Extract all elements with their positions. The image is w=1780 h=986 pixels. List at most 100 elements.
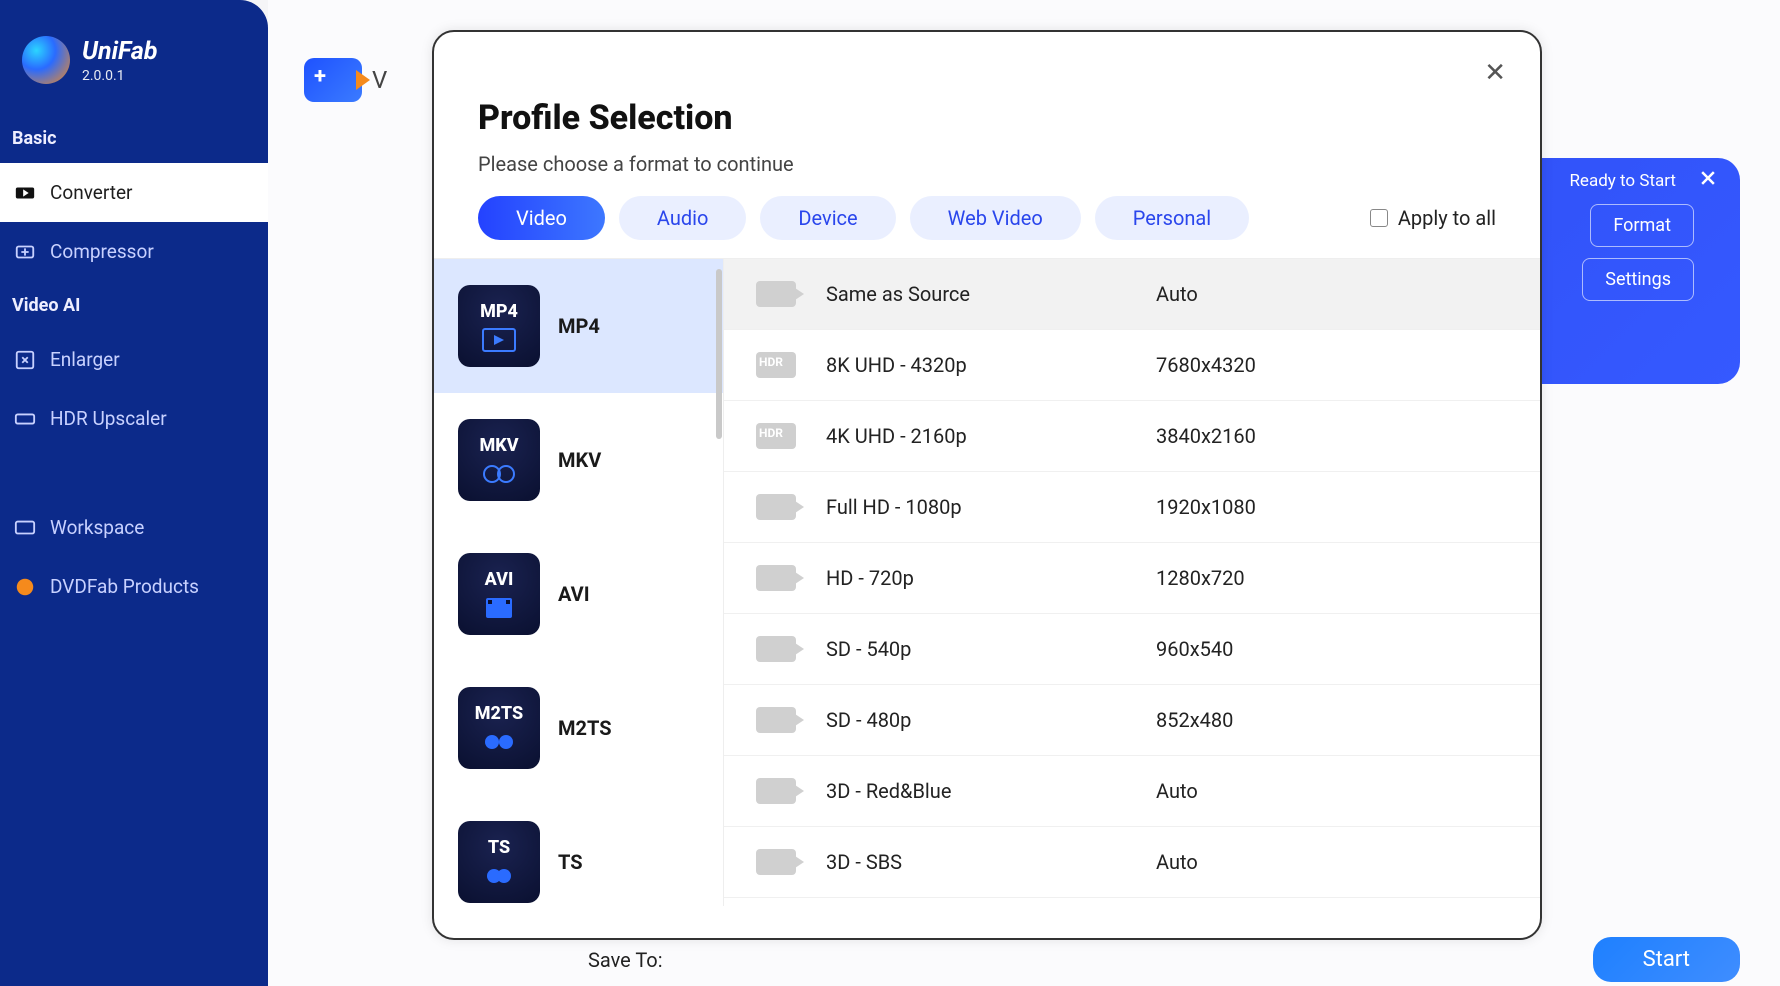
modal-body: MP4 MP4 MKV MKV AVI AVI M2TS M2TS TS TS bbox=[434, 258, 1540, 906]
resolution-dim: 1920x1080 bbox=[1156, 495, 1256, 519]
tab-audio[interactable]: Audio bbox=[619, 196, 747, 240]
resolution-name: SD - 540p bbox=[826, 637, 1126, 661]
format-button[interactable]: Format bbox=[1590, 204, 1694, 247]
format-item-mkv[interactable]: MKV MKV bbox=[434, 393, 723, 527]
format-tile-icon: M2TS bbox=[458, 687, 540, 769]
format-label: AVI bbox=[558, 582, 590, 606]
resolution-row[interactable]: 3D - Red&Blue Auto bbox=[724, 756, 1540, 827]
sidebar-item-label: Enlarger bbox=[50, 348, 120, 371]
format-label: MP4 bbox=[558, 314, 600, 338]
resolution-dim: 7680x4320 bbox=[1156, 353, 1256, 377]
start-button[interactable]: Start bbox=[1593, 937, 1740, 982]
apply-all[interactable]: Apply to all bbox=[1370, 206, 1496, 230]
profile-selection-modal: ✕ Profile Selection Please choose a form… bbox=[432, 30, 1542, 940]
format-item-mp4[interactable]: MP4 MP4 bbox=[434, 259, 723, 393]
sidebar-item-compressor[interactable]: Compressor bbox=[0, 222, 268, 281]
tab-web-video[interactable]: Web Video bbox=[910, 196, 1081, 240]
brand: UniFab 2.0.0.1 bbox=[0, 0, 268, 114]
nav-section-basic: Basic bbox=[0, 114, 268, 163]
resolution-name: 3D - SBS bbox=[826, 850, 1126, 874]
task-remove-icon[interactable] bbox=[1698, 168, 1718, 193]
modal-close-icon[interactable]: ✕ bbox=[1484, 58, 1506, 88]
sidebar-item-label: Converter bbox=[50, 181, 133, 204]
add-video-button[interactable] bbox=[304, 58, 362, 102]
app-version: 2.0.0.1 bbox=[82, 68, 158, 84]
sidebar-item-label: HDR Upscaler bbox=[50, 407, 167, 430]
bottom-bar: Save To: Start bbox=[588, 937, 1740, 982]
format-label: MKV bbox=[558, 448, 601, 472]
resolution-dim: 852x480 bbox=[1156, 708, 1233, 732]
video-icon bbox=[756, 565, 796, 591]
sidebar-item-converter[interactable]: Converter bbox=[0, 163, 268, 222]
settings-button[interactable]: Settings bbox=[1582, 258, 1694, 301]
tab-device[interactable]: Device bbox=[760, 196, 895, 240]
sidebar-item-hdr-upscaler[interactable]: HDR Upscaler bbox=[0, 389, 268, 448]
resolution-row[interactable]: 4K UHD - 2160p 3840x2160 bbox=[724, 401, 1540, 472]
resolution-dim: 960x540 bbox=[1156, 637, 1233, 661]
resolution-list: Same as Source Auto 8K UHD - 4320p 7680x… bbox=[724, 259, 1540, 906]
sidebar: UniFab 2.0.0.1 Basic Converter Compresso… bbox=[0, 0, 268, 986]
video-icon bbox=[756, 778, 796, 804]
format-tile-icon: MKV bbox=[458, 419, 540, 501]
modal-title: Profile Selection bbox=[434, 32, 1540, 146]
format-item-m2ts[interactable]: M2TS M2TS bbox=[434, 661, 723, 795]
tab-personal[interactable]: Personal bbox=[1095, 196, 1249, 240]
resolution-row[interactable]: Full HD - 1080p 1920x1080 bbox=[724, 472, 1540, 543]
apply-all-label: Apply to all bbox=[1398, 206, 1496, 230]
task-status-bar: Ready to Start bbox=[1569, 168, 1718, 193]
compressor-icon bbox=[14, 241, 36, 263]
resolution-dim: Auto bbox=[1156, 779, 1198, 803]
resolution-dim: 3840x2160 bbox=[1156, 424, 1256, 448]
video-icon bbox=[756, 849, 796, 875]
resolution-row[interactable]: 8K UHD - 4320p 7680x4320 bbox=[724, 330, 1540, 401]
save-to-label: Save To: bbox=[588, 942, 663, 978]
sidebar-item-label: Workspace bbox=[50, 516, 144, 539]
resolution-name: 4K UHD - 2160p bbox=[826, 424, 1126, 448]
converter-icon bbox=[14, 182, 36, 204]
tab-video[interactable]: Video bbox=[478, 196, 605, 240]
resolution-row[interactable]: SD - 540p 960x540 bbox=[724, 614, 1540, 685]
modal-subtitle: Please choose a format to continue bbox=[434, 146, 1540, 196]
resolution-row[interactable]: 3D - SBS Auto bbox=[724, 827, 1540, 898]
format-item-ts[interactable]: TS TS bbox=[434, 795, 723, 906]
enlarger-icon bbox=[14, 349, 36, 371]
format-list: MP4 MP4 MKV MKV AVI AVI M2TS M2TS TS TS bbox=[434, 259, 724, 906]
resolution-name: Same as Source bbox=[826, 282, 1126, 306]
nav-section-videoai: Video AI bbox=[0, 281, 268, 330]
dvdfab-icon bbox=[14, 576, 36, 598]
sidebar-item-label: DVDFab Products bbox=[50, 575, 199, 598]
hdr-badge-icon bbox=[756, 352, 796, 378]
format-tile-icon: TS bbox=[458, 821, 540, 903]
resolution-row[interactable]: Same as Source Auto bbox=[724, 259, 1540, 330]
format-tile-icon: AVI bbox=[458, 553, 540, 635]
format-label: TS bbox=[558, 850, 583, 874]
video-icon bbox=[756, 281, 796, 307]
sidebar-item-enlarger[interactable]: Enlarger bbox=[0, 330, 268, 389]
resolution-row[interactable]: SD - 480p 852x480 bbox=[724, 685, 1540, 756]
resolution-name: Full HD - 1080p bbox=[826, 495, 1126, 519]
format-tile-icon: MP4 bbox=[458, 285, 540, 367]
hdr-badge-icon bbox=[756, 423, 796, 449]
format-label: M2TS bbox=[558, 716, 612, 740]
category-tabs: Video Audio Device Web Video Personal Ap… bbox=[434, 196, 1540, 258]
resolution-name: SD - 480p bbox=[826, 708, 1126, 732]
apply-all-checkbox[interactable] bbox=[1370, 209, 1388, 227]
app-name: UniFab bbox=[82, 37, 158, 66]
sidebar-item-dvdfab[interactable]: DVDFab Products bbox=[0, 557, 268, 616]
resolution-dim: Auto bbox=[1156, 850, 1198, 874]
format-item-avi[interactable]: AVI AVI bbox=[434, 527, 723, 661]
resolution-dim: Auto bbox=[1156, 282, 1198, 306]
task-status: Ready to Start bbox=[1569, 171, 1676, 191]
video-icon bbox=[756, 494, 796, 520]
workspace-icon bbox=[14, 517, 36, 539]
app-logo-icon bbox=[22, 36, 70, 84]
resolution-row[interactable]: HD - 720p 1280x720 bbox=[724, 543, 1540, 614]
video-icon bbox=[756, 636, 796, 662]
format-scrollbar[interactable] bbox=[716, 269, 722, 439]
hdr-icon bbox=[14, 408, 36, 430]
video-icon bbox=[756, 707, 796, 733]
sidebar-item-workspace[interactable]: Workspace bbox=[0, 498, 268, 557]
resolution-name: 3D - Red&Blue bbox=[826, 779, 1126, 803]
sidebar-item-label: Compressor bbox=[50, 240, 154, 263]
video-label: V bbox=[372, 66, 387, 94]
